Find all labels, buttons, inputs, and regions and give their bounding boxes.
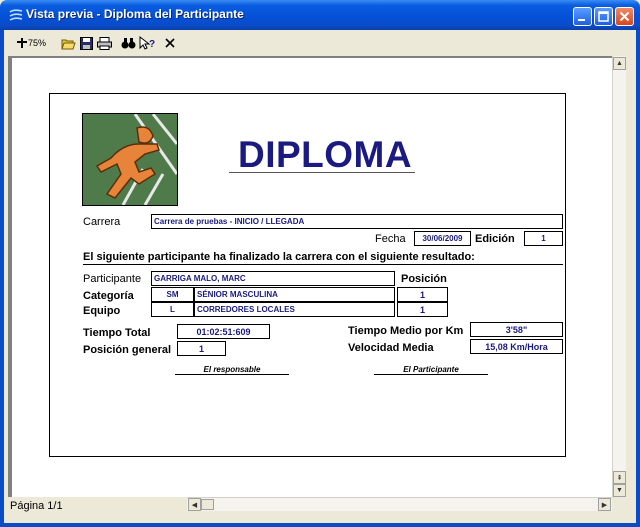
horizontal-scroll-thumb[interactable] — [201, 499, 214, 510]
app-icon — [9, 8, 23, 22]
participante-label: Participante — [83, 273, 142, 285]
close-icon — [165, 38, 175, 48]
close-button[interactable] — [615, 7, 634, 26]
scroll-up-button[interactable]: ▲ — [613, 57, 626, 70]
page-up-button[interactable]: ⇞ — [613, 471, 626, 484]
edicion-label: Edición — [475, 233, 515, 245]
participante-signature-line: El Participante — [374, 365, 488, 375]
equipo-label: Equipo — [83, 305, 121, 317]
binoculars-icon — [121, 37, 135, 48]
zoom-button[interactable]: 75% — [12, 35, 50, 51]
svg-text:?: ? — [149, 39, 155, 50]
scroll-down-button[interactable]: ▼ — [613, 484, 626, 497]
participante-value: GARRIGA MALO, MARC — [151, 271, 395, 286]
vertical-scrollbar[interactable] — [612, 56, 626, 497]
tiempo-medio-value: 3'58" — [470, 322, 563, 337]
equipo-position: 1 — [397, 302, 448, 317]
scroll-left-button[interactable]: ◀ — [188, 498, 201, 511]
posicion-label: Posición — [401, 273, 447, 285]
toolbar: 75% ? — [4, 30, 636, 56]
window-border-right — [636, 30, 640, 527]
runner-logo — [82, 113, 179, 206]
responsable-signature-line: El responsable — [175, 365, 289, 375]
window-title: Vista previa - Diploma del Participante — [26, 7, 244, 21]
help-button[interactable]: ? — [138, 35, 156, 51]
fecha-label: Fecha — [375, 233, 406, 245]
minimize-icon — [578, 19, 585, 21]
carrera-label: Carrera — [83, 216, 121, 228]
carrera-value: Carrera de pruebas - INICIO / LLEGADA — [151, 214, 563, 229]
horizontal-scrollbar[interactable] — [187, 497, 612, 511]
help-icon: ? — [139, 36, 155, 50]
posicion-general-value: 1 — [177, 341, 226, 356]
close-preview-button[interactable] — [162, 35, 178, 51]
categoria-name: SÉNIOR MASCULINA — [194, 287, 395, 302]
categoria-position: 1 — [397, 287, 448, 302]
tiempo-total-value: 01:02:51:609 — [177, 324, 270, 339]
printer-icon — [96, 36, 112, 50]
equipo-code: L — [151, 302, 194, 317]
categoria-label: Categoría — [83, 290, 134, 302]
velocidad-value: 15,08 Km/Hora — [470, 339, 563, 354]
equipo-name: CORREDORES LOCALES — [194, 302, 395, 317]
edicion-value: 1 — [524, 231, 563, 246]
open-button[interactable] — [60, 35, 76, 51]
categoria-code: SM — [151, 287, 194, 302]
title-underline — [229, 172, 415, 173]
window-border-left — [0, 30, 4, 527]
tiempo-medio-label: Tiempo Medio por Km — [348, 325, 464, 337]
size-grip[interactable] — [612, 497, 626, 511]
posicion-general-label: Posición general — [83, 344, 172, 356]
save-button[interactable] — [78, 35, 94, 51]
intro-divider — [83, 264, 563, 265]
velocidad-label: Velocidad Media — [348, 342, 434, 354]
maximize-button[interactable] — [594, 7, 613, 26]
minimize-button[interactable] — [573, 7, 592, 26]
zoom-in-icon — [16, 38, 27, 48]
window-border-bottom — [0, 523, 640, 527]
folder-open-icon — [60, 39, 76, 49]
find-button[interactable] — [120, 35, 136, 51]
floppy-disk-icon — [79, 36, 93, 50]
tiempo-total-label: Tiempo Total — [83, 327, 151, 339]
diploma-title: DIPLOMA — [238, 134, 413, 175]
maximize-icon — [598, 11, 609, 22]
result-intro: El siguiente participante ha finalizado … — [83, 251, 475, 263]
fecha-value: 30/06/2009 — [414, 231, 471, 246]
runner-icon — [83, 113, 179, 206]
zoom-level: 75% — [27, 38, 46, 48]
close-icon — [619, 11, 630, 22]
scroll-right-button[interactable]: ▶ — [598, 498, 611, 511]
page-indicator: Página 1/1 — [10, 500, 63, 512]
print-button[interactable] — [96, 35, 112, 51]
